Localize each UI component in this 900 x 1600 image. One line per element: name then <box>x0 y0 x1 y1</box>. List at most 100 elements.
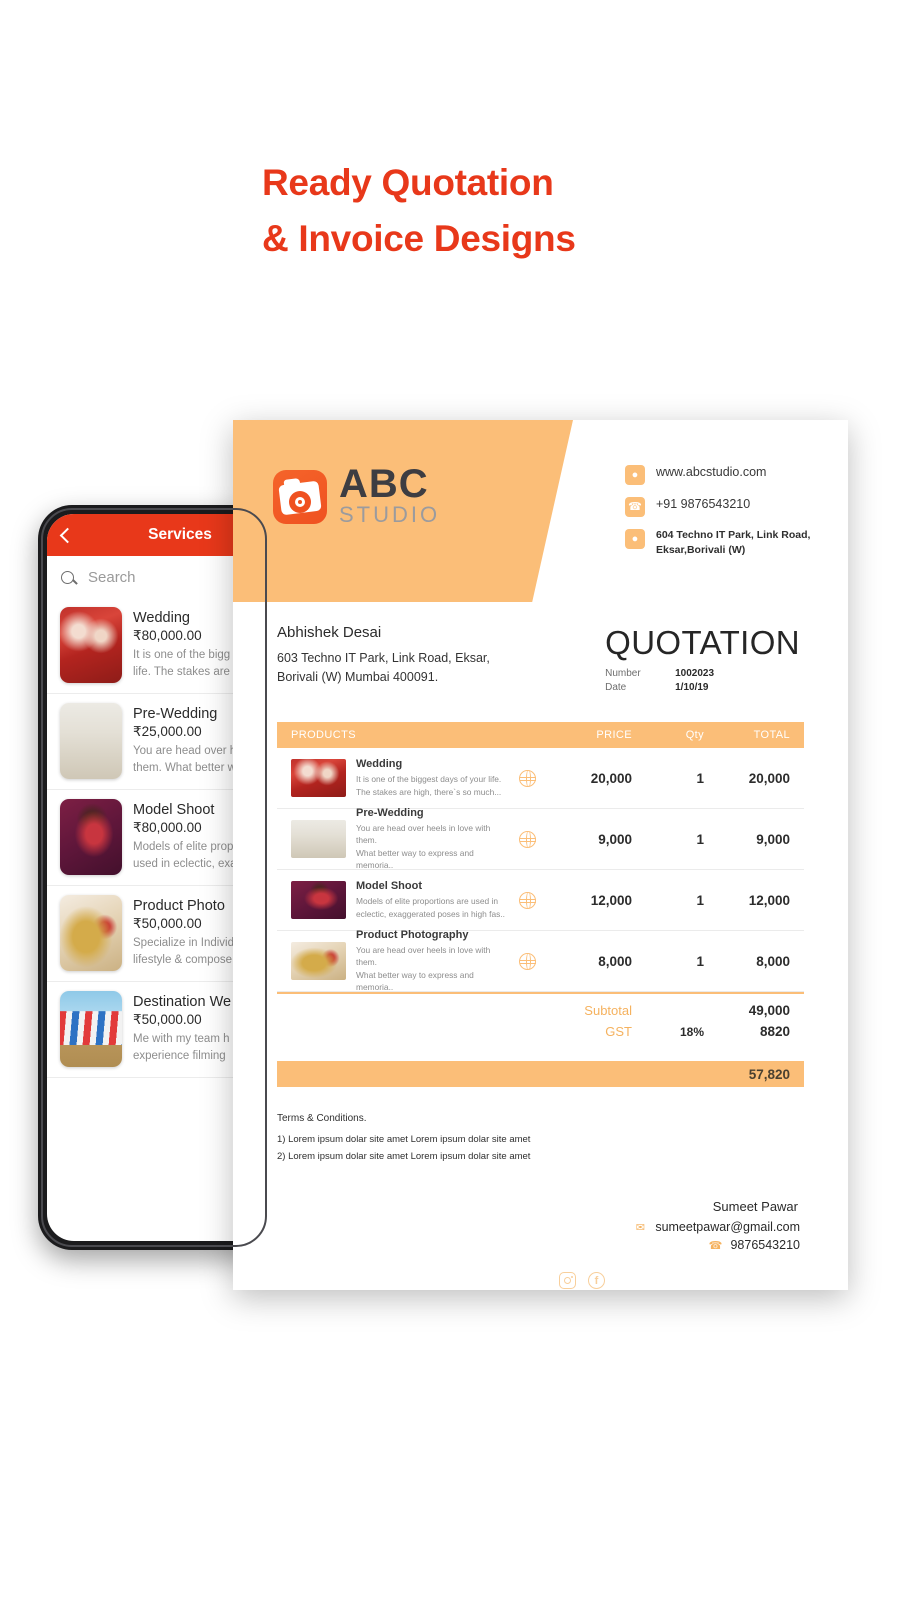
grand-total-bar: 57,820 <box>277 1061 804 1087</box>
grand-total-value: 57,820 <box>748 1066 790 1082</box>
document-footer: Sumeet Pawar ✉ sumeetpawar@gmail.com ☎ 9… <box>277 1199 800 1290</box>
table-row: Pre-Wedding You are head over heels in l… <box>277 807 804 870</box>
search-icon <box>61 570 74 584</box>
service-desc-line: Models of elite prop <box>133 841 234 853</box>
product-price: 8,000 <box>598 953 632 969</box>
service-price: ₹80,000.00 <box>133 820 202 835</box>
subtotal-value: 49,000 <box>748 1003 790 1018</box>
totals-section: Subtotal 49,000 GST 18% 8820 <box>277 992 804 1055</box>
footer-email-row: ✉ sumeetpawar@gmail.com <box>277 1220 800 1234</box>
product-price: 9,000 <box>598 831 632 847</box>
product-thumbnail <box>291 881 346 919</box>
envelope-icon: ✉ <box>635 1221 645 1234</box>
list-item[interactable]: Pre-Wedding ₹25,000.00 You are head over… <box>47 694 261 790</box>
document-meta: QUOTATION Number 1002023 Date 1/10/19 <box>605 624 800 696</box>
social-links: f <box>559 1272 800 1290</box>
table-row: Wedding It is one of the biggest days of… <box>277 748 804 809</box>
product-thumbnail <box>291 820 346 858</box>
product-title: Model Shoot <box>356 880 422 893</box>
product-price: 12,000 <box>590 892 632 908</box>
service-title: Destination We <box>133 994 232 1010</box>
service-desc-line: Specialize in Individ <box>133 937 235 949</box>
quotation-number-row: Number 1002023 <box>605 668 800 679</box>
products-table: PRODUCTS PRICE Qty TOTAL Wedding It is o… <box>277 722 804 1087</box>
number-label: Number <box>605 668 641 679</box>
product-total: 12,000 <box>748 892 790 908</box>
globe-icon <box>519 830 536 848</box>
product-price: 20,000 <box>590 770 632 786</box>
subtotal-row: Subtotal 49,000 <box>291 1003 790 1018</box>
product-title: Pre-Wedding <box>356 807 424 820</box>
table-header-row: PRODUCTS PRICE Qty TOTAL <box>277 722 804 748</box>
list-item[interactable]: Wedding ₹80,000.00 It is one of the bigg… <box>47 598 261 694</box>
footer-email: sumeetpawar@gmail.com <box>655 1220 800 1235</box>
number-value: 1002023 <box>675 668 715 679</box>
app-bar: Services <box>47 514 261 556</box>
bill-to: Abhishek Desai 603 Techno IT Park, Link … <box>277 624 490 696</box>
address-text: 604 Techno IT Park, Link Road, Eksar,Bor… <box>656 529 811 556</box>
terms-title: Terms & Conditions. <box>277 1113 367 1124</box>
service-price: ₹50,000.00 <box>133 1012 202 1027</box>
product-thumbnail <box>291 759 346 797</box>
service-desc-line: them. What better w <box>133 761 236 774</box>
document-header: ABC STUDIO ● www.abcstudio.com ☎ +91 987… <box>233 420 848 602</box>
brand-wordmark: ABC STUDIO <box>339 462 440 528</box>
location-pin-icon: ● <box>625 529 645 549</box>
subtotal-label: Subtotal <box>584 1003 632 1018</box>
service-info: Wedding ₹80,000.00 It is one of the bigg… <box>133 607 230 684</box>
product-description: Models of elite proportions are used in … <box>356 896 505 919</box>
list-item[interactable]: Product Photo ₹50,000.00 Specialize in I… <box>47 886 261 982</box>
globe-icon <box>519 891 536 909</box>
service-info: Pre-Wedding ₹25,000.00 You are head over… <box>133 703 236 780</box>
bill-and-title-block: Abhishek Desai 603 Techno IT Park, Link … <box>233 602 848 696</box>
product-qty: 1 <box>696 953 704 969</box>
service-thumbnail <box>60 703 122 779</box>
product-title: Wedding <box>356 758 403 771</box>
service-title: Product Photo <box>133 898 225 914</box>
date-value: 1/10/19 <box>675 682 709 693</box>
service-desc-line: experience filming <box>133 1049 226 1062</box>
service-desc-line: lifestyle & compose <box>133 953 233 966</box>
terms-section: Terms & Conditions. 1) Lorem ipsum dolar… <box>277 1113 804 1165</box>
globe-icon <box>519 769 536 787</box>
list-item[interactable]: Destination We ₹50,000.00 Me with my tea… <box>47 982 261 1078</box>
facebook-icon[interactable]: f <box>588 1272 605 1290</box>
list-item[interactable]: Model Shoot ₹80,000.00 Models of elite p… <box>47 790 261 886</box>
search-bar[interactable]: Search <box>47 556 261 598</box>
service-thumbnail <box>60 799 122 875</box>
gst-rate: 18% <box>679 1024 704 1039</box>
product-total: 9,000 <box>756 831 790 847</box>
column-header-qty: Qty <box>685 729 704 741</box>
contact-phone: ☎ +91 9876543210 <box>625 496 810 517</box>
product-total: 8,000 <box>756 953 790 969</box>
column-header-price: PRICE <box>596 729 632 741</box>
contact-block: ● www.abcstudio.com ☎ +91 9876543210 ● 6… <box>625 464 810 558</box>
column-header-products: PRODUCTS <box>291 729 356 741</box>
footer-phone: 9876543210 <box>730 1238 800 1253</box>
product-total: 20,000 <box>748 770 790 786</box>
product-qty: 1 <box>696 831 704 847</box>
website-text: www.abcstudio.com <box>656 465 767 479</box>
phone-icon: ☎ <box>708 1239 723 1252</box>
column-header-total: TOTAL <box>753 729 790 741</box>
search-input[interactable]: Search <box>88 569 136 586</box>
globe-icon <box>519 952 536 970</box>
service-desc-line: It is one of the bigg <box>133 649 231 661</box>
quotation-date-row: Date 1/10/19 <box>605 682 800 693</box>
phone-text: +91 9876543210 <box>656 497 751 511</box>
phone-icon: ☎ <box>625 497 645 517</box>
product-description: It is one of the biggest days of your li… <box>356 774 502 797</box>
brand-name: ABC <box>339 462 429 506</box>
instagram-icon[interactable] <box>559 1272 576 1290</box>
phone-screen: Services Search Wedding ₹80,000.00 It is… <box>47 514 261 1241</box>
service-title: Model Shoot <box>133 802 215 818</box>
service-price: ₹25,000.00 <box>133 724 202 739</box>
service-price: ₹50,000.00 <box>133 916 202 931</box>
service-thumbnail <box>60 895 122 971</box>
service-info: Model Shoot ₹80,000.00 Models of elite p… <box>133 799 237 876</box>
gst-row: GST 18% 8820 <box>291 1024 790 1039</box>
service-desc-line: Me with my team h <box>133 1033 230 1045</box>
terms-line: 1) Lorem ipsum dolar site amet Lorem ips… <box>277 1134 531 1145</box>
footer-phone-row: ☎ 9876543210 <box>277 1238 800 1252</box>
product-qty: 1 <box>696 770 704 786</box>
